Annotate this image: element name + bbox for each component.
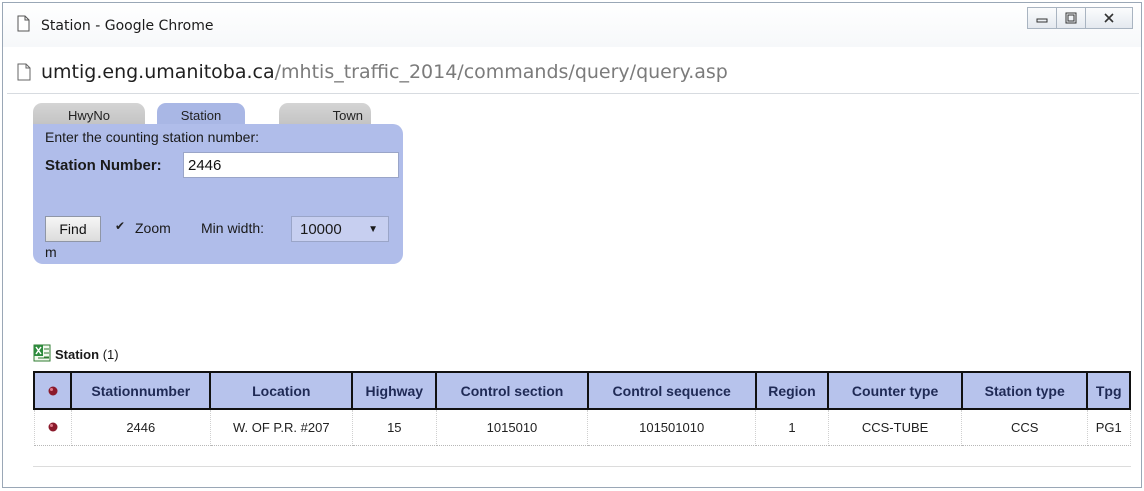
cell-stationnumber: 2446: [70, 409, 211, 446]
cell-control-sequence: 101501010: [587, 409, 757, 446]
close-icon: [1104, 13, 1114, 23]
zoom-checkbox[interactable]: ✔: [113, 219, 127, 233]
cell-control-section: 1015010: [435, 409, 589, 446]
results-title-name: Station: [55, 347, 100, 362]
prompt-text: Enter the counting station number:: [45, 129, 260, 145]
table-row[interactable]: 2446 W. OF P.R. #207 15 1015010 10150101…: [33, 409, 1131, 446]
excel-export-icon[interactable]: [33, 344, 51, 362]
min-width-unit: m: [45, 244, 57, 260]
close-button[interactable]: [1085, 7, 1133, 29]
url-text[interactable]: umtig.eng.umanitoba.ca/mhtis_traffic_201…: [41, 61, 728, 83]
column-header[interactable]: Station type: [960, 371, 1089, 410]
cell-highway: 15: [351, 409, 437, 446]
table-footer-divider: [33, 466, 1131, 478]
min-width-value: 10000: [300, 220, 342, 238]
column-header[interactable]: Tpg: [1086, 371, 1131, 410]
window-controls: [1027, 7, 1133, 29]
page-icon: [17, 15, 30, 32]
minimize-button[interactable]: [1027, 7, 1057, 29]
column-header[interactable]: Control section: [435, 371, 589, 410]
row-marker[interactable]: [33, 409, 72, 446]
cell-tpg: PG1: [1086, 409, 1131, 446]
maximize-button[interactable]: [1056, 7, 1086, 29]
cell-station-type: CCS: [961, 409, 1088, 446]
zoom-label: Zoom: [135, 220, 171, 236]
station-number-input[interactable]: [183, 152, 399, 178]
page-content: HwyNo Station Town Enter the counting st…: [7, 93, 1139, 485]
column-header[interactable]: Control sequence: [586, 371, 757, 410]
page-icon: [17, 63, 31, 81]
cell-region: 1: [755, 409, 829, 446]
url-host: umtig.eng.umanitoba.ca: [41, 61, 275, 83]
column-header[interactable]: Location: [209, 371, 354, 410]
minimize-icon: [1036, 18, 1048, 23]
url-path: /mhtis_traffic_2014/commands/query/query…: [274, 61, 728, 83]
min-width-select[interactable]: 10000 ▼: [291, 216, 389, 242]
min-width-label: Min width:: [201, 220, 265, 236]
station-marker-icon: [48, 386, 58, 395]
cell-counter-type: CCS-TUBE: [827, 409, 963, 446]
address-bar[interactable]: umtig.eng.umanitoba.ca/mhtis_traffic_201…: [11, 55, 1135, 89]
results-title: Station (1): [55, 347, 119, 362]
chevron-down-icon: ▼: [368, 223, 378, 235]
maximize-icon: [1065, 12, 1077, 24]
cell-location: W. OF P.R. #207: [209, 409, 353, 446]
results-count: (1): [102, 347, 119, 362]
column-header[interactable]: Stationnumber: [70, 371, 212, 410]
column-header[interactable]: Counter type: [827, 371, 963, 410]
browser-window: Station - Google Chrome umtig.eng.umanit…: [2, 2, 1142, 488]
window-title: Station - Google Chrome: [41, 18, 214, 34]
station-marker-icon: [48, 422, 58, 432]
table-header-row: Stationnumber Location Highway Control s…: [32, 371, 1131, 410]
station-query-panel: Enter the counting station number: Stati…: [33, 124, 403, 264]
station-number-label: Station Number:: [45, 157, 162, 174]
column-header[interactable]: Highway: [351, 371, 438, 410]
results-table: Stationnumber Location Highway Control s…: [32, 371, 1131, 446]
marker-column-header: [32, 371, 73, 410]
title-bar: Station - Google Chrome: [3, 3, 1141, 47]
find-button[interactable]: Find: [45, 216, 101, 242]
column-header[interactable]: Region: [754, 371, 830, 410]
